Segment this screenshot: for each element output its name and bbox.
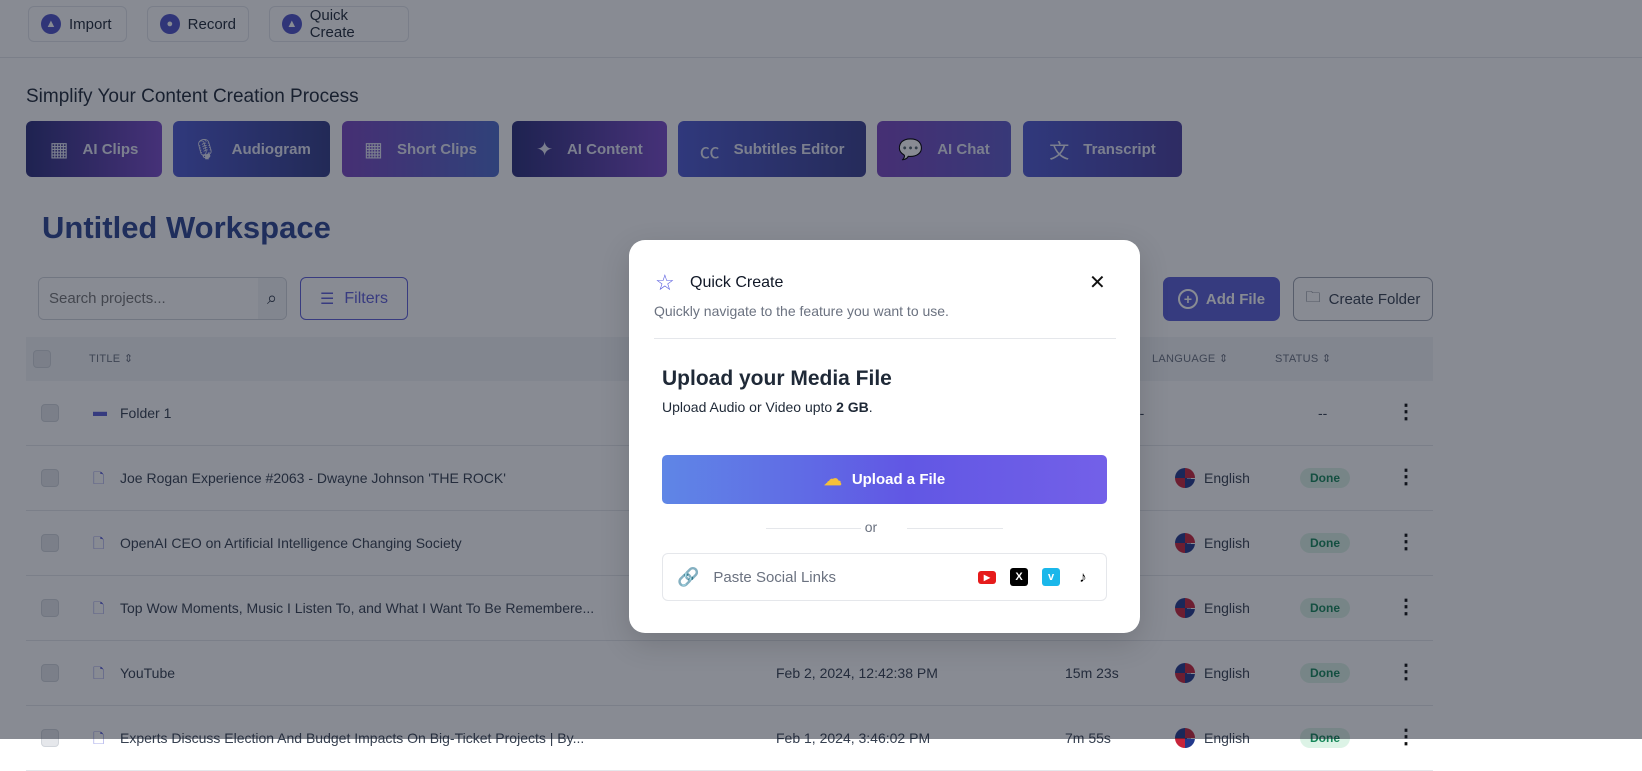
or-divider-right [907, 528, 1003, 529]
modal-subtitle: Quickly navigate to the feature you want… [654, 303, 949, 319]
upload-desc-suffix: . [868, 399, 873, 415]
modal-title: Quick Create [690, 274, 784, 291]
upload-desc-text: Upload Audio or Video upto [662, 399, 837, 415]
vimeo-icon: v [1042, 568, 1060, 586]
quick-create-modal: ☆ Quick Create ✕ Quickly navigate to the… [629, 240, 1140, 633]
star-icon: ☆ [655, 270, 675, 295]
upload-heading: Upload your Media File [662, 367, 892, 390]
modal-divider [654, 338, 1116, 339]
upload-file-button[interactable]: ☁ Upload a File [662, 455, 1107, 504]
tiktok-icon: ♪ [1074, 568, 1092, 586]
cloud-upload-icon: ☁ [823, 469, 842, 489]
upload-description: Upload Audio or Video upto 2 GB. [662, 399, 873, 415]
or-label: or [864, 519, 878, 535]
close-icon[interactable]: ✕ [1089, 270, 1106, 295]
youtube-icon: ▶ [978, 570, 996, 584]
upload-limit: 2 GB [836, 399, 869, 415]
upload-file-label: Upload a File [851, 471, 946, 488]
paste-placeholder: Paste Social Links [713, 568, 836, 586]
x-icon: X [1010, 568, 1028, 586]
link-icon: 🔗 [677, 566, 700, 587]
paste-social-links-input[interactable]: 🔗 Paste Social Links ▶ X v ♪ [662, 553, 1107, 601]
